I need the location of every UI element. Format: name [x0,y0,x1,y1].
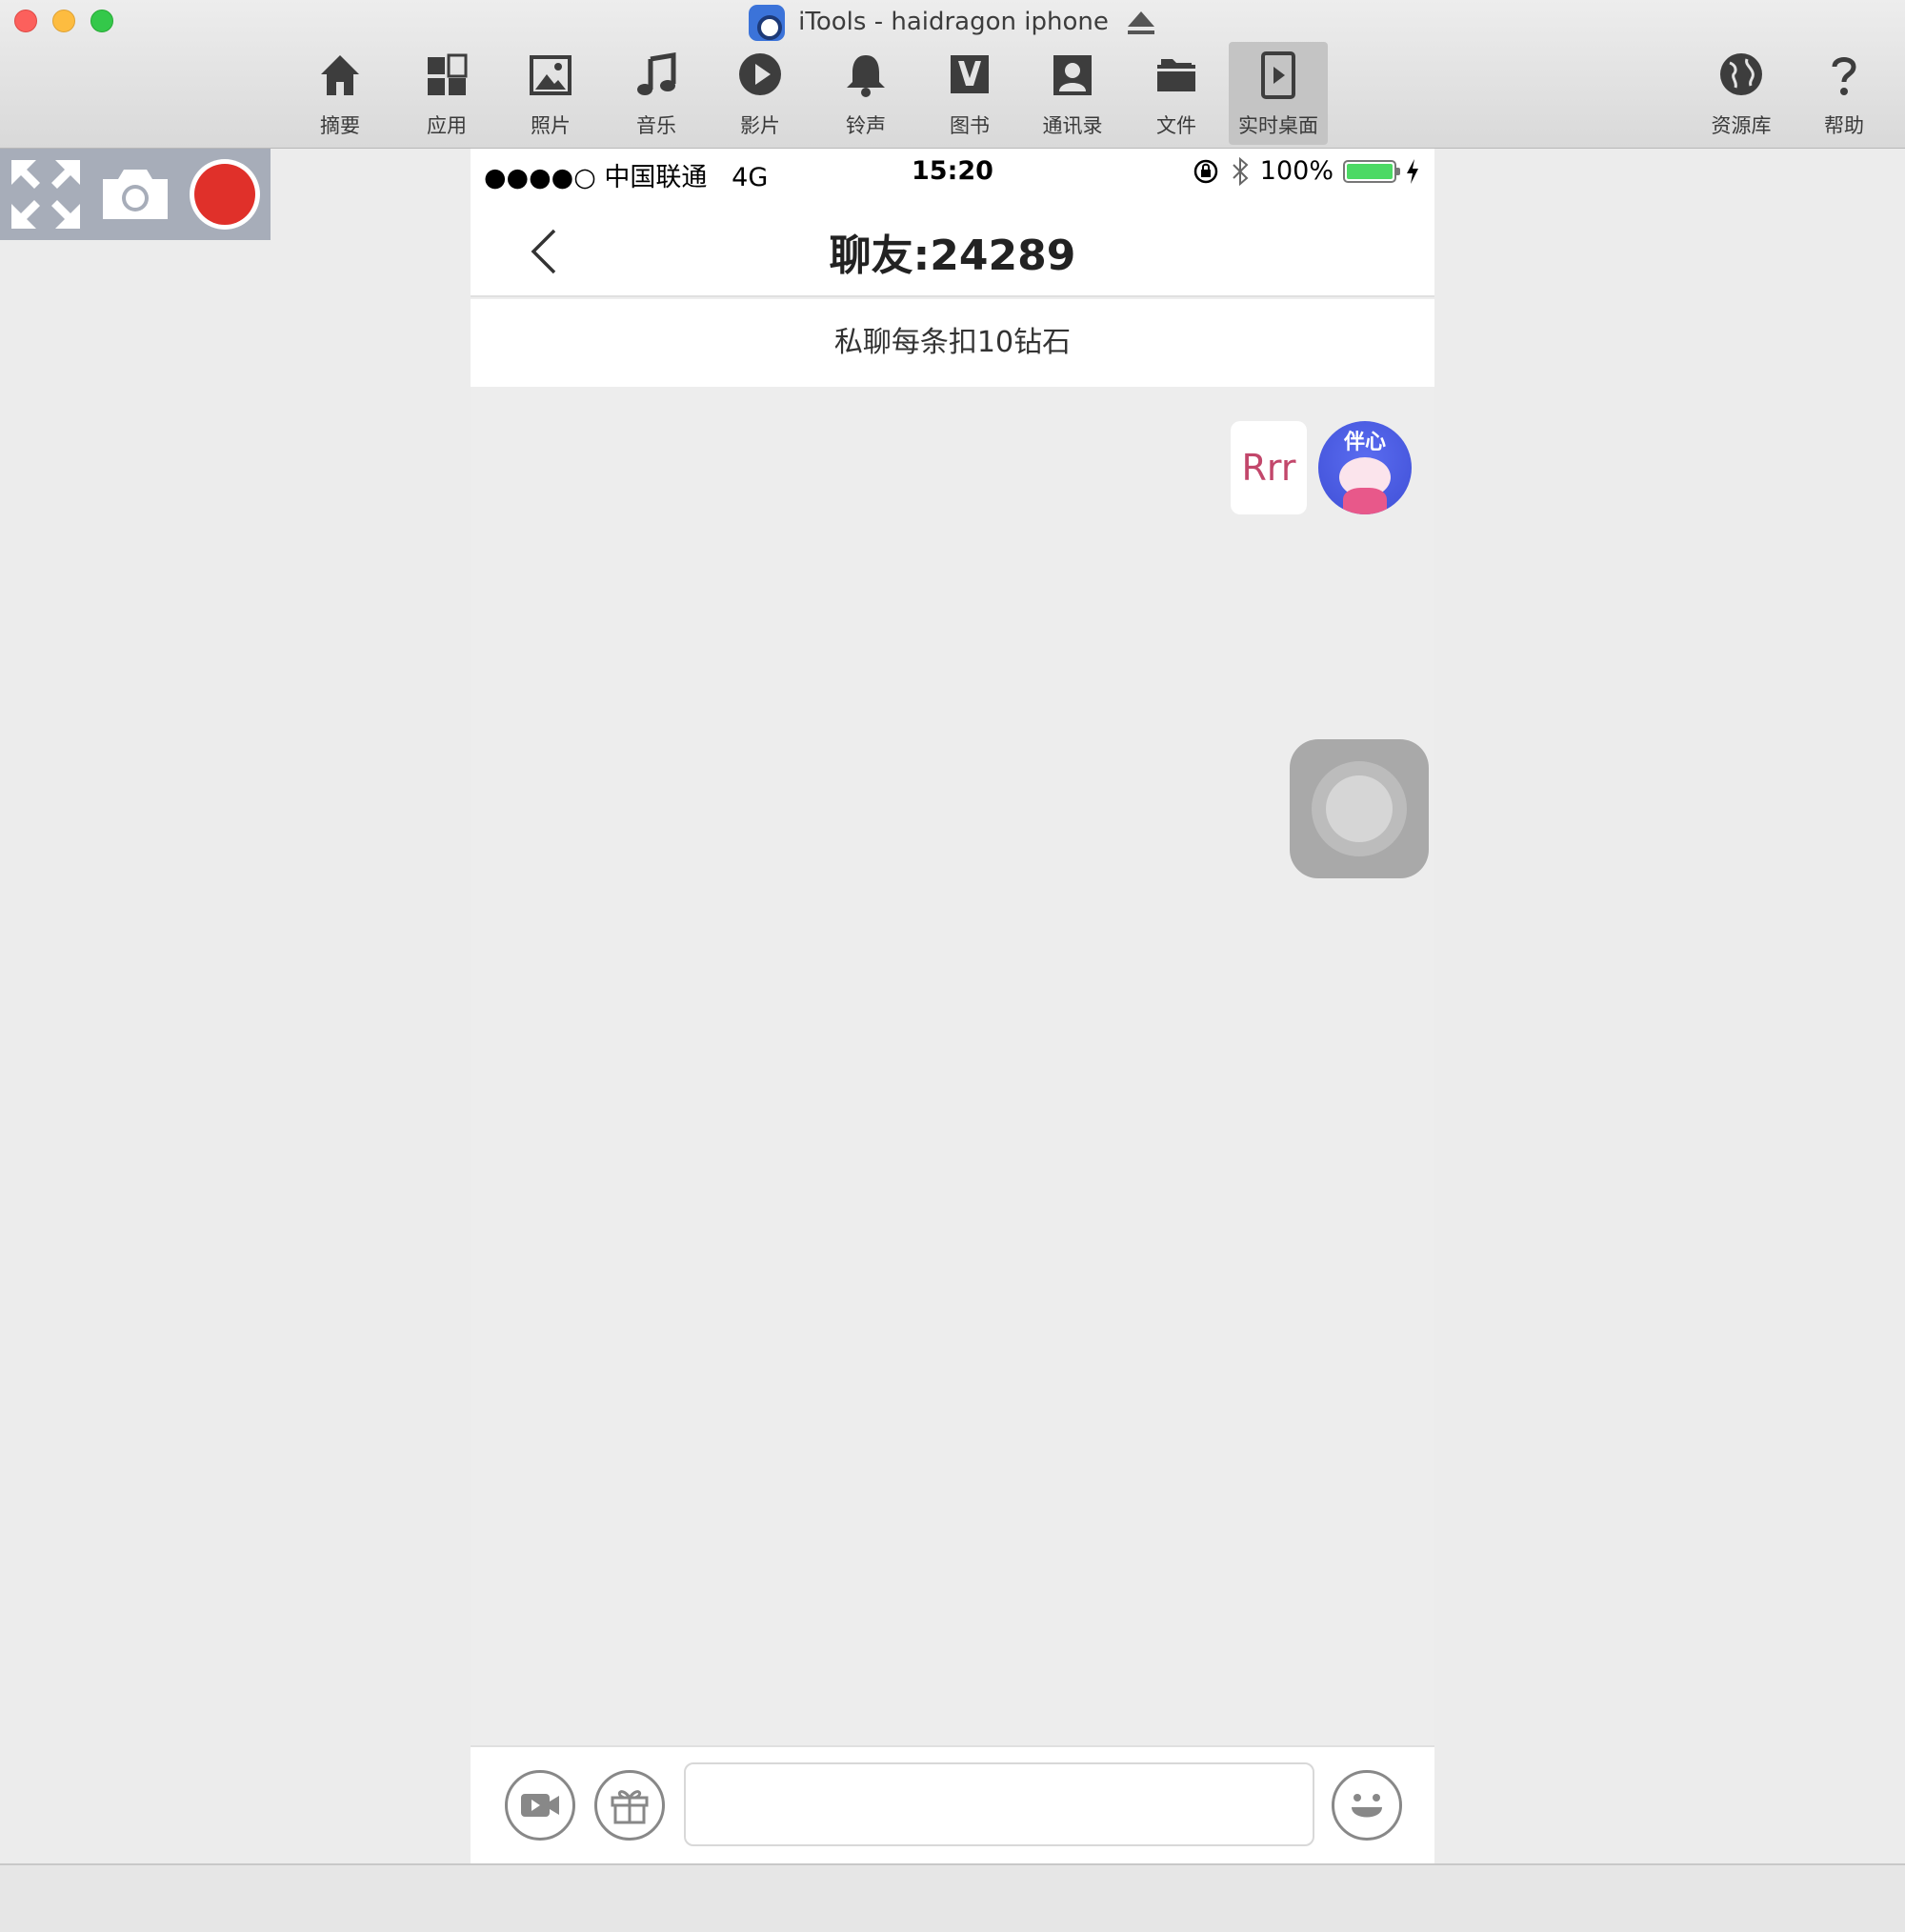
toolbar-summary-label: 摘要 [320,114,360,137]
video-call-button[interactable] [505,1770,575,1841]
bell-icon [847,55,885,97]
toolbar-videos-label: 影片 [740,114,780,137]
camera-icon[interactable] [97,156,173,232]
window-title-area: iTools - haidragon iphone [0,4,1905,41]
toolbar-apps-button[interactable]: 应用 [397,42,496,145]
window-title: iTools - haidragon iphone [798,8,1109,36]
home-icon [321,55,359,95]
folder-icon [1157,59,1195,91]
music-icon [637,52,676,95]
apps-icon [428,53,468,95]
ios-status-bar: ●●●●○ 中国联通 4G 15:20 100% [471,149,1434,198]
fullscreen-icon[interactable] [8,156,84,232]
globe-icon [1720,53,1762,95]
toolbar-contacts-button[interactable]: 通讯录 [1023,42,1122,145]
toolbar-ringtones-button[interactable]: 铃声 [816,42,915,145]
toolbar-help-button[interactable]: 帮助 [1795,42,1894,145]
phone-screen: ●●●●○ 中国联通 4G 15:20 100% 聊友:24289 私聊每条扣1… [471,149,1434,1863]
toolbar-live-desktop-button[interactable]: 实时桌面 [1229,42,1328,145]
toolbar-books-label: 图书 [950,114,990,137]
rotation-lock-icon [1193,159,1218,183]
toolbar-ringtones-label: 铃声 [846,114,886,137]
bluetooth-icon [1233,156,1249,186]
smiley-icon [1352,1794,1382,1818]
toolbar-apps-label: 应用 [427,114,467,137]
toolbar-live-desktop-label: 实时桌面 [1238,114,1318,137]
toolbar-photos-button[interactable]: 照片 [501,42,600,145]
contacts-icon [1053,55,1092,95]
message-input[interactable] [684,1762,1314,1846]
toolbar-books-button[interactable]: 图书 [920,42,1019,145]
gift-icon [611,1790,649,1824]
window-titlebar: iTools - haidragon iphone 摘要 应用 照片 音乐 影片… [0,0,1905,149]
toolbar-help-label: 帮助 [1824,114,1864,137]
toolbar-files-label: 文件 [1156,114,1196,137]
book-icon [951,55,989,93]
message-bubble[interactable]: Rrr [1231,421,1307,514]
toolbar-library-label: 资源库 [1711,114,1772,137]
toolbar-music-label: 音乐 [636,114,676,137]
status-right: 100% [1192,156,1419,186]
toolbar-files-button[interactable]: 文件 [1127,42,1226,145]
toolbar-library-button[interactable]: 资源库 [1692,42,1791,145]
charging-icon [1407,158,1418,184]
toolbar-videos-button[interactable]: 影片 [711,42,810,145]
battery-icon [1343,159,1400,183]
avatar[interactable]: 伴心 [1318,421,1412,514]
help-icon [1832,57,1856,95]
emoji-button[interactable] [1332,1770,1402,1841]
toolbar-photos-label: 照片 [531,114,571,137]
chat-title: 聊友:24289 [829,231,1076,280]
photo-icon [530,55,572,95]
chat-nav-bar: 聊友:24289 [471,198,1434,297]
toolbar-summary-button[interactable]: 摘要 [291,42,390,145]
chat-input-bar [471,1745,1434,1863]
record-button[interactable] [187,156,263,232]
video-camera-icon [521,1794,559,1817]
eject-icon[interactable] [1126,10,1156,36]
assistive-dot [1326,775,1393,842]
screen-controls-panel [0,149,271,240]
toolbar-music-button[interactable]: 音乐 [607,42,706,145]
cost-notice: 私聊每条扣10钻石 [471,299,1434,387]
itools-logo-icon [749,4,786,41]
window-bottom-bar [0,1863,1905,1932]
toolbar-contacts-label: 通讯录 [1042,114,1103,137]
play-icon [739,53,781,95]
live-desktop-icon [1261,51,1295,99]
gift-button[interactable] [594,1770,665,1841]
assistive-touch-button[interactable] [1290,739,1429,878]
battery-percent: 100% [1259,156,1334,186]
avatar-body-graphic [1343,488,1387,514]
avatar-text: 伴心 [1343,431,1386,454]
